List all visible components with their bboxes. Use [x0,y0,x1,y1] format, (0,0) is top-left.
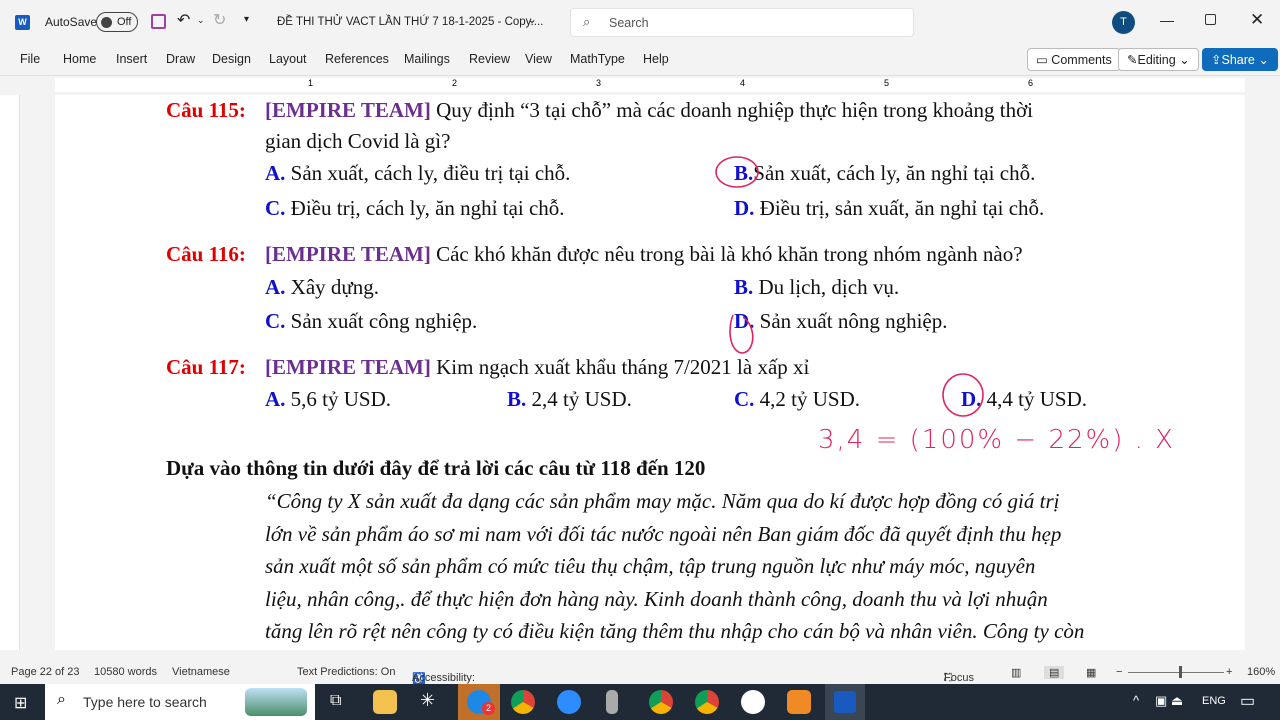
search-icon: ⌕ [583,14,591,29]
ribbon-tabs: File Home Insert Draw Design Layout Refe… [0,45,1280,75]
tab-layout[interactable]: Layout [269,52,307,66]
windows-start-icon[interactable]: ⊞ [14,693,27,713]
zoom-level[interactable]: 160% [1247,666,1275,678]
tab-references[interactable]: References [325,52,389,66]
input-language[interactable]: ENG [1202,695,1226,707]
tab-help[interactable]: Help [643,52,669,66]
pencil-icon: ✎ [1127,53,1138,67]
share-button[interactable]: ⇪Share ⌄ [1202,48,1278,71]
tab-mailings[interactable]: Mailings [404,52,450,66]
web-layout-icon[interactable]: ▦ [1086,666,1096,679]
app-w-icon[interactable] [741,690,765,714]
taskbar: ⊞ ⌕ Type here to search ⧉ ✳ 2 ^ ▣ ⏏ ENG … [0,684,1280,720]
ruler-mark: 5 [884,78,890,88]
file-explorer-icon[interactable] [373,690,397,714]
ruler-mark: 4 [740,78,746,88]
search-highlight-icon [245,688,307,716]
app-icon[interactable]: ✳ [420,690,435,711]
zoom-in-button[interactable]: + [1226,666,1232,678]
horizontal-ruler[interactable]: 1 2 3 4 5 6 [0,75,1280,95]
search-icon: ⌕ [57,691,66,708]
customize-qat-icon[interactable]: ▾ [244,14,249,25]
undo-icon[interactable]: ↶ [177,10,190,30]
ruler-mark: 2 [452,78,458,88]
notification-icon[interactable]: ▭ [1240,691,1255,711]
tray-icons[interactable]: ▣ ⏏ [1155,693,1183,709]
taskbar-search-placeholder: Type here to search [83,694,207,710]
title-chevron-icon[interactable]: ⌄ [527,12,537,26]
title-bar: W AutoSave Off ↶ ⌄ ↻ ▾ ĐỀ THI THỬ VACT L… [0,0,1280,45]
app-orange-icon[interactable] [787,690,811,714]
text-predictions[interactable]: Text Predictions: On [297,666,395,678]
ruler-mark: 1 [308,78,314,88]
print-layout-icon[interactable]: ▤ [1044,666,1065,679]
share-icon: ⇪ [1211,53,1222,67]
search-box[interactable]: ⌕ Search [570,8,914,37]
word-count[interactable]: 10580 words [94,666,157,678]
autosave-toggle[interactable]: Off [96,12,138,32]
answer-circle-ink [942,373,984,417]
chrome-icon[interactable] [695,690,719,714]
zoom-out-button[interactable]: − [1116,666,1122,678]
restore-button[interactable] [1205,14,1216,25]
ruler-mark: 3 [596,78,602,88]
tab-design[interactable]: Design [212,52,251,66]
tab-insert[interactable]: Insert [116,52,147,66]
zoom-slider-thumb[interactable] [1179,666,1182,678]
tab-review[interactable]: Review [469,52,510,66]
handwritten-equation: 3,4 = (100% − 22%) . X [818,425,1175,455]
notification-badge: 2 [482,702,495,715]
autosave-state: Off [117,16,132,28]
autosave-label: AutoSave [45,15,98,29]
comments-button[interactable]: ▭ Comments [1027,48,1121,71]
taskbar-search[interactable]: ⌕ Type here to search [45,684,315,720]
tray-chevron-icon[interactable]: ^ [1133,693,1139,708]
vertical-ruler[interactable] [0,95,20,650]
comments-label: Comments [1051,53,1112,67]
tab-draw[interactable]: Draw [166,52,195,66]
share-label: Share [1221,53,1255,67]
undo-dropdown-icon[interactable]: ⌄ [197,15,205,26]
redo-icon[interactable]: ↻ [213,10,226,30]
zalo-icon[interactable]: 2 [458,684,500,720]
phone-app-icon[interactable] [606,690,618,714]
page-count[interactable]: Page 22 of 23 [11,666,80,678]
document-title[interactable]: ĐỀ THI THỬ VACT LẦN THỨ 7 18-1-2025 - Co… [277,16,543,28]
zoom-slider[interactable] [1128,672,1224,673]
avatar[interactable]: T [1112,11,1135,34]
editing-label: Editing [1137,53,1176,67]
close-button[interactable]: ✕ [1250,10,1264,30]
tab-view[interactable]: View [525,52,552,66]
ruler-mark: 6 [1028,78,1034,88]
word-taskbar-icon[interactable] [825,684,865,720]
tab-mathtype[interactable]: MathType [570,52,625,66]
save-icon[interactable] [151,14,166,29]
read-mode-icon[interactable]: ▥ [1011,666,1021,679]
minimize-button[interactable]: — [1160,12,1174,28]
status-bar: Page 22 of 23 10580 words Vietnamese Tex… [0,660,1280,696]
zoom-app-icon[interactable] [557,690,581,714]
search-placeholder: Search [609,16,649,30]
language[interactable]: Vietnamese [172,666,230,678]
tab-file[interactable]: File [20,52,40,66]
editing-button[interactable]: ✎Editing ⌄ [1118,48,1199,71]
comment-icon: ▭ [1036,53,1052,67]
chrome-icon[interactable] [511,690,535,714]
ink-annotations [715,156,984,417]
task-view-icon[interactable]: ⧉ [330,692,341,710]
document-page[interactable]: Câu 115: [EMPIRE TEAM] Quy định “3 tại c… [55,95,1245,650]
chrome-icon[interactable] [649,690,673,714]
tab-home[interactable]: Home [63,52,96,66]
answer-circle-ink [729,314,754,354]
word-logo-icon: W [15,15,30,30]
answer-circle-ink [715,156,759,188]
